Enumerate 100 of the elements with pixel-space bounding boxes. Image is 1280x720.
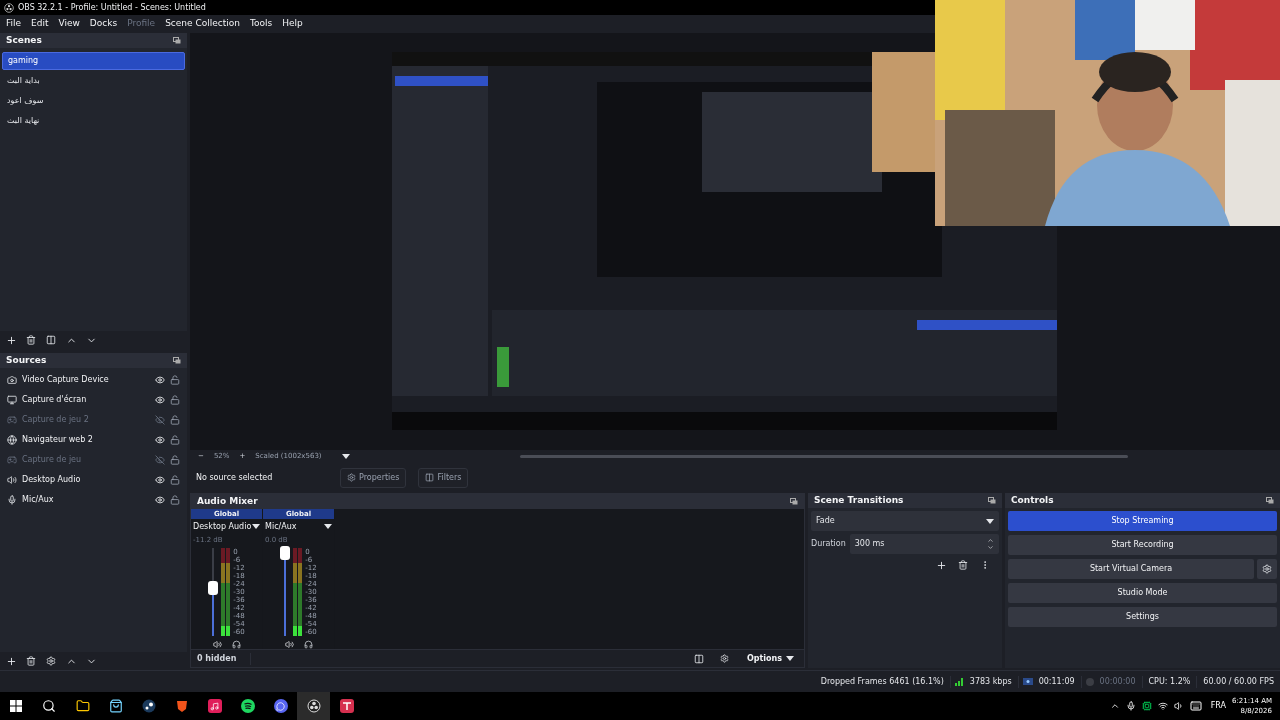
obs-logo-icon bbox=[4, 2, 14, 13]
dock-title: Audio Mixer bbox=[197, 494, 258, 508]
menu-item[interactable]: Edit bbox=[31, 17, 49, 31]
caret-icon bbox=[324, 524, 332, 530]
eye-icon[interactable] bbox=[155, 395, 165, 405]
undock-icon[interactable] bbox=[1266, 497, 1274, 504]
shopping-bag-icon[interactable] bbox=[108, 699, 123, 713]
windows-icon[interactable] bbox=[10, 700, 22, 712]
taskbar-app[interactable] bbox=[297, 692, 330, 720]
increment-icon[interactable] bbox=[987, 537, 994, 544]
app-icon[interactable] bbox=[339, 699, 354, 713]
monitor-icon bbox=[7, 395, 17, 405]
horizontal-scrollbar[interactable] bbox=[519, 454, 1128, 458]
source-item[interactable]: Capture d'écran bbox=[22, 394, 150, 406]
control-button[interactable]: Start Virtual Camera bbox=[1008, 559, 1254, 579]
gear-icon bbox=[347, 473, 356, 482]
scene-item[interactable]: بداية البث bbox=[2, 72, 185, 90]
transition-dropdown[interactable]: Fade bbox=[811, 511, 999, 531]
add-icon bbox=[935, 559, 947, 571]
undock-icon[interactable] bbox=[173, 357, 181, 364]
lock-icon[interactable] bbox=[170, 415, 180, 425]
properties-button[interactable]: Properties bbox=[340, 467, 407, 488]
steam-icon[interactable] bbox=[141, 699, 156, 713]
add-icon bbox=[5, 334, 17, 346]
filters-button[interactable]: Filters bbox=[418, 467, 469, 488]
obs-icon[interactable] bbox=[306, 699, 321, 713]
chip-icon[interactable] bbox=[1141, 701, 1152, 711]
undock-icon[interactable] bbox=[790, 497, 798, 505]
menu-item[interactable]: Docks bbox=[89, 17, 118, 31]
slider-thumb[interactable] bbox=[280, 545, 291, 560]
control-button[interactable]: Studio Mode bbox=[1008, 583, 1277, 603]
filter-icon bbox=[425, 473, 435, 482]
headphones-icon[interactable] bbox=[303, 640, 313, 650]
folder-icon[interactable] bbox=[75, 699, 90, 713]
eye-icon[interactable] bbox=[155, 475, 165, 485]
delete-icon bbox=[26, 656, 36, 666]
music-note-icon[interactable] bbox=[207, 699, 222, 713]
chevron-up-icon[interactable] bbox=[1109, 701, 1120, 711]
menu-item[interactable]: View bbox=[58, 17, 80, 31]
undock-icon[interactable] bbox=[988, 497, 996, 504]
menu-item[interactable]: Tools bbox=[249, 17, 273, 31]
lock-icon[interactable] bbox=[170, 495, 180, 505]
shield-icon[interactable] bbox=[174, 699, 189, 713]
eye-off-icon[interactable] bbox=[155, 455, 165, 465]
speaker-icon[interactable] bbox=[1173, 701, 1184, 711]
lock-icon[interactable] bbox=[170, 475, 180, 485]
dock-title: Scenes bbox=[6, 33, 42, 47]
search-icon[interactable] bbox=[42, 699, 56, 713]
slider-thumb[interactable] bbox=[208, 580, 219, 595]
menu-item[interactable]: Scene Collection bbox=[165, 17, 240, 31]
scene-item[interactable]: سوف اعود bbox=[2, 92, 185, 110]
bitrate: 3783 kbps bbox=[963, 675, 1019, 688]
settings-icon bbox=[46, 656, 56, 666]
menu-item[interactable]: File bbox=[6, 17, 22, 31]
input-language[interactable]: FRA bbox=[1210, 700, 1226, 712]
settings-button[interactable] bbox=[1257, 559, 1277, 579]
lock-icon[interactable] bbox=[170, 395, 180, 405]
field-label: Duration bbox=[811, 538, 846, 550]
control-button[interactable]: Settings bbox=[1008, 607, 1277, 627]
control-button[interactable]: Start Recording bbox=[1008, 535, 1277, 555]
decrement-icon[interactable] bbox=[987, 544, 994, 551]
menu-item[interactable]: Help bbox=[282, 17, 303, 31]
source-item[interactable]: Video Capture Device bbox=[22, 374, 150, 386]
microphone-icon[interactable] bbox=[1125, 701, 1136, 711]
signal-icon bbox=[954, 677, 964, 686]
options-button[interactable]: Options bbox=[736, 652, 804, 665]
duration-field[interactable]: 300 ms bbox=[849, 534, 999, 554]
lock-icon[interactable] bbox=[170, 455, 180, 465]
lock-icon[interactable] bbox=[170, 375, 180, 385]
sound-waves-icon[interactable] bbox=[240, 699, 255, 713]
undock-icon[interactable] bbox=[173, 37, 181, 44]
headphones-icon[interactable] bbox=[231, 640, 241, 650]
volume-slider[interactable] bbox=[208, 548, 219, 637]
scene-item[interactable]: نهاية البث bbox=[2, 112, 185, 130]
network-icon[interactable] bbox=[1157, 701, 1168, 711]
layout-icon[interactable] bbox=[693, 653, 704, 664]
gear-icon bbox=[1262, 564, 1272, 574]
channel-name-dropdown[interactable]: Desktop Audio bbox=[191, 520, 262, 533]
source-item[interactable]: Desktop Audio bbox=[22, 474, 150, 486]
eye-icon[interactable] bbox=[155, 495, 165, 505]
eye-icon[interactable] bbox=[155, 375, 165, 385]
lock-icon[interactable] bbox=[170, 435, 180, 445]
eye-off-icon[interactable] bbox=[155, 415, 165, 425]
window-title: OBS 32.2.1 - Profile: Untitled - Scenes: Untitled bbox=[18, 1, 206, 14]
source-item[interactable]: Navigateur web 2 bbox=[22, 434, 150, 446]
caret-icon bbox=[252, 524, 260, 530]
speaker-icon[interactable] bbox=[284, 640, 294, 650]
speaker-icon[interactable] bbox=[212, 640, 222, 650]
control-button[interactable]: Stop Streaming bbox=[1008, 511, 1277, 531]
volume-slider[interactable] bbox=[280, 548, 291, 637]
hidden-count: 0 hidden bbox=[191, 652, 251, 665]
dock-title: Sources bbox=[6, 353, 47, 367]
source-item[interactable]: Mic/Aux bbox=[22, 494, 150, 506]
keyboard-icon[interactable] bbox=[1189, 700, 1202, 712]
scene-item[interactable]: gaming bbox=[2, 52, 185, 70]
eye-icon[interactable] bbox=[155, 435, 165, 445]
settings-icon[interactable] bbox=[719, 654, 729, 664]
broadcast-icon bbox=[1022, 678, 1033, 685]
channel-name-dropdown[interactable]: Mic/Aux bbox=[263, 520, 334, 533]
chat-icon[interactable] bbox=[273, 699, 288, 713]
